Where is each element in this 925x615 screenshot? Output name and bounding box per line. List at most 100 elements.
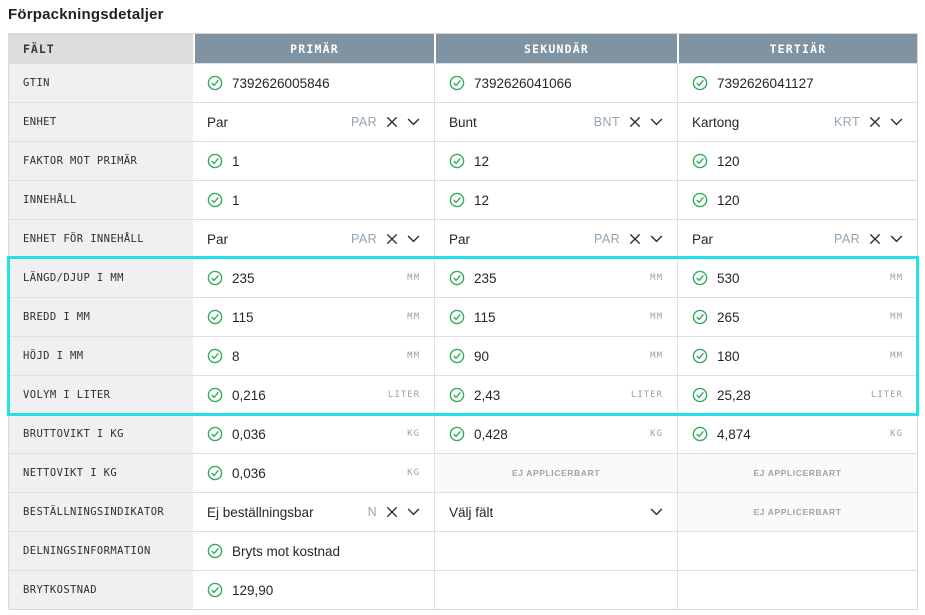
field-cell[interactable]: Bryts mot kostnad xyxy=(193,531,434,570)
clear-x-icon[interactable] xyxy=(869,233,881,245)
unit-label: KG xyxy=(407,468,420,478)
unit-label: KG xyxy=(407,429,420,439)
field-cell[interactable]: 265 MM xyxy=(677,297,917,336)
field-value: 235 xyxy=(232,270,255,286)
check-circle-icon xyxy=(207,270,223,286)
unit-label: MM xyxy=(650,273,663,283)
chevron-down-icon[interactable] xyxy=(407,235,420,243)
select-value: Ej beställningsbar xyxy=(207,504,314,520)
check-circle-icon xyxy=(692,270,708,286)
select-value: Kartong xyxy=(692,114,740,130)
field-value: 120 xyxy=(717,153,740,169)
field-value: 115 xyxy=(232,309,254,325)
field-cell[interactable]: 12 xyxy=(434,180,677,219)
check-circle-icon xyxy=(692,309,708,325)
row-label: GTIN xyxy=(9,63,193,102)
select-value: Par xyxy=(207,114,229,130)
check-circle-icon xyxy=(692,348,708,364)
field-value: 120 xyxy=(717,192,740,208)
clear-x-icon[interactable] xyxy=(386,233,398,245)
select-field[interactable]: Bunt BNT xyxy=(434,102,677,141)
field-cell[interactable]: 1 xyxy=(193,141,434,180)
field-cell[interactable]: 4,874 KG xyxy=(677,414,917,453)
row-label: BESTÄLLNINGSINDIKATOR xyxy=(9,492,193,531)
check-circle-icon xyxy=(449,153,465,169)
field-cell[interactable]: 2,43 LITER xyxy=(434,375,677,414)
field-value: 8 xyxy=(232,348,240,364)
column-header-terti-r: TERTIÄR xyxy=(677,34,917,63)
field-cell[interactable]: 235 MM xyxy=(434,258,677,297)
empty-cell xyxy=(434,531,677,570)
field-cell[interactable]: 180 MM xyxy=(677,336,917,375)
select-value: Bunt xyxy=(449,114,477,130)
select-placeholder: Välj fält xyxy=(449,504,494,520)
field-cell[interactable]: 120 xyxy=(677,180,917,219)
select-field[interactable]: Ej beställningsbar N xyxy=(193,492,434,531)
field-cell[interactable]: 8 MM xyxy=(193,336,434,375)
check-circle-icon xyxy=(449,426,465,442)
row-label: NETTOVIKT I KG xyxy=(9,453,193,492)
unit-label: KG xyxy=(890,429,903,439)
chevron-down-icon[interactable] xyxy=(890,235,903,243)
row-label: ENHET xyxy=(9,102,193,141)
field-cell[interactable]: 25,28 LITER xyxy=(677,375,917,414)
row-label: BRUTTOVIKT I KG xyxy=(9,414,193,453)
clear-x-icon[interactable] xyxy=(629,233,641,245)
check-circle-icon xyxy=(207,387,223,403)
field-value: 1 xyxy=(232,192,240,208)
clear-x-icon[interactable] xyxy=(386,506,398,518)
packaging-details-section: FÄLT PRIMÄR SEKUNDÄR TERTIÄR GTIN 73926260058… xyxy=(7,33,919,610)
field-cell[interactable]: 1 xyxy=(193,180,434,219)
field-cell[interactable]: 7392626041127 xyxy=(677,63,917,102)
clear-x-icon[interactable] xyxy=(629,116,641,128)
field-cell[interactable]: 0,036 KG xyxy=(193,414,434,453)
field-cell[interactable]: 120 xyxy=(677,141,917,180)
field-cell[interactable]: 115 MM xyxy=(193,297,434,336)
select-field[interactable]: Par PAR xyxy=(193,102,434,141)
column-header-prim-r: PRIMÄR xyxy=(193,34,434,63)
field-cell[interactable]: 530 MM xyxy=(677,258,917,297)
unit-label: LITER xyxy=(630,390,663,400)
field-value: 265 xyxy=(717,309,740,325)
check-circle-icon xyxy=(692,75,708,91)
na-label: EJ APPLICERBART xyxy=(753,507,842,517)
check-circle-icon xyxy=(207,75,223,91)
field-cell[interactable]: 115 MM xyxy=(434,297,677,336)
select-field[interactable]: Par PAR xyxy=(434,219,677,258)
field-cell[interactable]: 0,036 KG xyxy=(193,453,434,492)
unit-label: MM xyxy=(407,351,420,361)
chevron-down-icon[interactable] xyxy=(650,235,663,243)
field-cell[interactable]: 0,428 KG xyxy=(434,414,677,453)
select-field[interactable]: Par PAR xyxy=(677,219,917,258)
field-cell[interactable]: 129,90 xyxy=(193,570,434,609)
check-circle-icon xyxy=(207,348,223,364)
field-cell[interactable]: 12 xyxy=(434,141,677,180)
chevron-down-icon[interactable] xyxy=(650,118,663,126)
chevron-down-icon[interactable] xyxy=(407,118,420,126)
chevron-down-icon[interactable] xyxy=(407,508,420,516)
select-field[interactable]: Kartong KRT xyxy=(677,102,917,141)
row-label: HÖJD I MM xyxy=(9,336,193,375)
field-value: 25,28 xyxy=(717,387,751,403)
field-value: 1 xyxy=(232,153,240,169)
field-cell[interactable]: 90 MM xyxy=(434,336,677,375)
field-value: 530 xyxy=(717,270,740,286)
check-circle-icon xyxy=(207,543,223,559)
field-cell[interactable]: 235 MM xyxy=(193,258,434,297)
clear-x-icon[interactable] xyxy=(869,116,881,128)
unit-code: PAR xyxy=(351,232,377,246)
unit-label: MM xyxy=(407,312,420,322)
select-field[interactable]: Par PAR xyxy=(193,219,434,258)
field-value: 7392626041066 xyxy=(474,75,572,91)
select-value: Par xyxy=(449,231,471,247)
clear-x-icon[interactable] xyxy=(386,116,398,128)
field-cell[interactable]: 7392626041066 xyxy=(434,63,677,102)
field-value: 180 xyxy=(717,348,740,364)
chevron-down-icon[interactable] xyxy=(890,118,903,126)
field-cell[interactable]: 0,216 LITER xyxy=(193,375,434,414)
chevron-down-icon[interactable] xyxy=(650,508,663,516)
field-cell[interactable]: 7392626005846 xyxy=(193,63,434,102)
select-field[interactable]: Välj fält xyxy=(434,492,677,531)
field-value: 7392626005846 xyxy=(232,75,330,91)
check-circle-icon xyxy=(449,192,465,208)
